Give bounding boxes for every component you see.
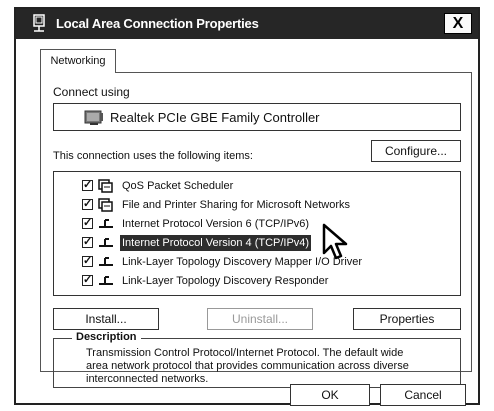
item-label: Link-Layer Topology Discovery Responder <box>122 275 329 287</box>
properties-dialog: Local Area Connection Properties X Netwo… <box>14 7 480 406</box>
network-connection-icon <box>33 14 45 32</box>
items-list: ✓ QoS Packet Scheduler ✓ File and Printe… <box>53 171 461 296</box>
item-label: QoS Packet Scheduler <box>122 180 234 192</box>
checkbox[interactable]: ✓ <box>82 218 93 229</box>
install-button[interactable]: Install... <box>53 308 159 330</box>
ok-button[interactable]: OK <box>290 384 370 406</box>
item-label-selected: Internet Protocol Version 4 (TCP/IPv4) <box>120 235 312 251</box>
checkbox[interactable]: ✓ <box>82 180 93 191</box>
list-item-lltd-responder[interactable]: ✓ Link-Layer Topology Discovery Responde… <box>54 273 454 291</box>
item-label: Internet Protocol Version 6 (TCP/IPv6) <box>122 218 310 230</box>
mouse-cursor-icon <box>322 223 348 260</box>
protocol-icon <box>99 219 113 228</box>
list-item-ipv6[interactable]: ✓ Internet Protocol Version 6 (TCP/IPv6) <box>54 216 454 234</box>
checkbox[interactable]: ✓ <box>82 275 93 286</box>
adapter-name: Realtek PCIe GBE Family Controller <box>110 110 320 125</box>
list-item-lltd-mapper[interactable]: ✓ Link-Layer Topology Discovery Mapper I… <box>54 254 454 272</box>
description-text: Transmission Control Protocol/Internet P… <box>86 347 409 385</box>
networking-panel: Connect using Realtek PCIe GBE Family Co… <box>40 72 472 388</box>
adapter-field: Realtek PCIe GBE Family Controller <box>53 103 461 131</box>
items-label: This connection uses the following items… <box>53 150 253 162</box>
service-icon <box>98 198 113 212</box>
list-item-ipv4[interactable]: ✓ Internet Protocol Version 4 (TCP/IPv4) <box>54 235 454 253</box>
properties-button[interactable]: Properties <box>353 308 461 330</box>
cancel-button[interactable]: Cancel <box>380 384 466 406</box>
checkbox[interactable]: ✓ <box>82 199 93 210</box>
network-adapter-icon <box>84 110 103 125</box>
close-button[interactable]: X <box>444 13 472 34</box>
item-label: File and Printer Sharing for Microsoft N… <box>122 199 351 211</box>
title-bar[interactable]: Local Area Connection Properties X <box>16 9 478 39</box>
checkbox[interactable]: ✓ <box>82 256 93 267</box>
description-group: Description Transmission Control Protoco… <box>53 331 461 388</box>
configure-button[interactable]: Configure... <box>371 140 461 162</box>
protocol-icon <box>99 238 113 247</box>
window-title: Local Area Connection Properties <box>56 16 259 31</box>
protocol-icon <box>99 257 113 266</box>
service-icon <box>98 179 113 193</box>
list-item-file-printer-sharing[interactable]: ✓ File and Printer Sharing for Microsoft… <box>54 197 454 215</box>
connect-using-label: Connect using <box>53 85 130 99</box>
description-legend: Description <box>72 331 141 343</box>
tab-networking[interactable]: Networking <box>40 49 116 73</box>
list-item-qos[interactable]: ✓ QoS Packet Scheduler <box>54 178 454 196</box>
checkbox[interactable]: ✓ <box>82 237 93 248</box>
protocol-icon <box>99 276 113 285</box>
uninstall-button[interactable]: Uninstall... <box>207 308 313 330</box>
